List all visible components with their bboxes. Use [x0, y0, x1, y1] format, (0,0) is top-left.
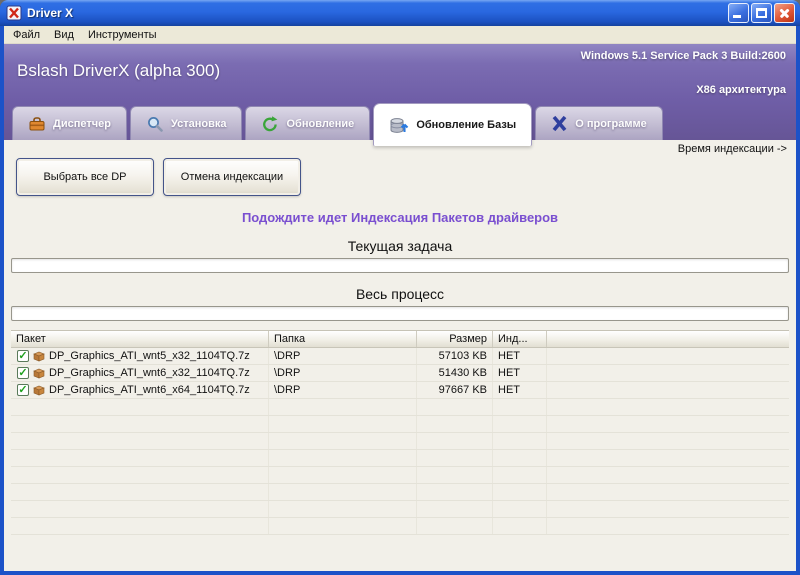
package-folder: \DRP	[269, 382, 417, 398]
package-icon	[33, 367, 45, 379]
row-checkbox[interactable]: ✓	[17, 350, 29, 362]
tab-update[interactable]: Обновление	[245, 106, 370, 140]
system-info: Windows 5.1 Service Pack 3 Build:2600 X8…	[581, 50, 786, 96]
table-row[interactable]: ✓ DP_Graphics_ATI_wnt5_x32_1104TQ.7z \DR…	[11, 348, 789, 365]
overall-progressbar	[11, 306, 789, 321]
checkmark-icon: ✓	[18, 368, 27, 378]
menu-view[interactable]: Вид	[47, 28, 81, 42]
select-all-dp-button[interactable]: Выбрать все DP	[16, 158, 154, 196]
magnifier-icon	[146, 115, 164, 133]
window-body: Файл Вид Инструменты Bslash DriverX (alp…	[4, 26, 796, 571]
app-window: Driver X Файл Вид Инструменты Bslash Dri…	[0, 0, 800, 575]
row-checkbox[interactable]: ✓	[17, 367, 29, 379]
package-size: 51430 KB	[417, 365, 493, 381]
database-icon	[389, 116, 409, 135]
tab-label: Обновление Базы	[416, 119, 516, 131]
table-empty-row	[11, 416, 789, 433]
column-header-ind[interactable]: Инд...	[493, 331, 547, 347]
table-empty-row	[11, 433, 789, 450]
overall-process-label: Весь процесс	[4, 286, 796, 302]
package-indexed: НЕТ	[493, 382, 547, 398]
package-name: DP_Graphics_ATI_wnt5_x32_1104TQ.7z	[49, 350, 250, 362]
column-header-folder[interactable]: Папка	[269, 331, 417, 347]
close-button[interactable]	[774, 3, 795, 23]
table-row[interactable]: ✓ DP_Graphics_ATI_wnt6_x64_1104TQ.7z \DR…	[11, 382, 789, 399]
checkmark-icon: ✓	[18, 351, 27, 361]
current-task-label: Текущая задача	[4, 238, 796, 254]
arch-info: X86 архитектура	[696, 84, 786, 96]
package-name: DP_Graphics_ATI_wnt6_x64_1104TQ.7z	[49, 384, 250, 396]
checkmark-icon: ✓	[18, 385, 27, 395]
column-header-size[interactable]: Размер	[417, 331, 493, 347]
package-folder: \DRP	[269, 348, 417, 364]
table-empty-row	[11, 484, 789, 501]
app-icon	[6, 5, 22, 21]
minimize-button[interactable]	[728, 3, 749, 23]
action-buttons: Выбрать все DP Отмена индексации	[4, 155, 796, 196]
table-empty-row	[11, 501, 789, 518]
table-header: Пакет Папка Размер Инд...	[11, 331, 789, 348]
refresh-icon	[261, 115, 279, 133]
app-title: Bslash DriverX (alpha 300)	[17, 61, 220, 81]
tab-dispatcher[interactable]: Диспетчер	[12, 106, 127, 140]
main-content: Время индексации -> Выбрать все DP Отмен…	[4, 140, 796, 571]
table-empty-row	[11, 450, 789, 467]
package-indexed: НЕТ	[493, 365, 547, 381]
package-folder: \DRP	[269, 365, 417, 381]
tab-label: Установка	[171, 118, 227, 130]
package-size: 97667 KB	[417, 382, 493, 398]
table-empty-row	[11, 399, 789, 416]
tab-database-update[interactable]: Обновление Базы	[373, 103, 532, 146]
x-logo-icon	[551, 115, 568, 132]
table-row[interactable]: ✓ DP_Graphics_ATI_wnt6_x32_1104TQ.7z \DR…	[11, 365, 789, 382]
window-title: Driver X	[27, 6, 726, 20]
tab-label: Обновление	[286, 118, 354, 130]
package-indexed: НЕТ	[493, 348, 547, 364]
package-icon	[33, 384, 45, 396]
tab-bar: Диспетчер Установка Обно	[4, 100, 796, 140]
tab-install[interactable]: Установка	[130, 106, 243, 140]
table-empty-row	[11, 518, 789, 535]
package-name: DP_Graphics_ATI_wnt6_x32_1104TQ.7z	[49, 367, 250, 379]
package-size: 57103 KB	[417, 348, 493, 364]
menu-tools[interactable]: Инструменты	[81, 28, 164, 42]
toolbox-icon	[28, 115, 46, 133]
current-task-progressbar	[11, 258, 789, 273]
package-table: Пакет Папка Размер Инд... ✓ DP_Graphics_…	[11, 330, 789, 535]
title-bar[interactable]: Driver X	[0, 0, 800, 26]
app-header: Bslash DriverX (alpha 300) Windows 5.1 S…	[4, 44, 796, 100]
cancel-indexing-button[interactable]: Отмена индексации	[163, 158, 301, 196]
os-info: Windows 5.1 Service Pack 3 Build:2600	[581, 50, 786, 62]
maximize-button[interactable]	[751, 3, 772, 23]
column-header-package[interactable]: Пакет	[11, 331, 269, 347]
tab-label: О программе	[575, 118, 647, 130]
menu-bar: Файл Вид Инструменты	[4, 26, 796, 44]
tab-about[interactable]: О программе	[535, 106, 663, 140]
indexing-status-message: Подождите идет Индексация Пакетов драйве…	[4, 210, 796, 225]
table-empty-row	[11, 467, 789, 484]
row-checkbox[interactable]: ✓	[17, 384, 29, 396]
column-header-filler	[547, 331, 789, 347]
package-icon	[33, 350, 45, 362]
menu-file[interactable]: Файл	[6, 28, 47, 42]
tab-label: Диспетчер	[53, 118, 111, 130]
